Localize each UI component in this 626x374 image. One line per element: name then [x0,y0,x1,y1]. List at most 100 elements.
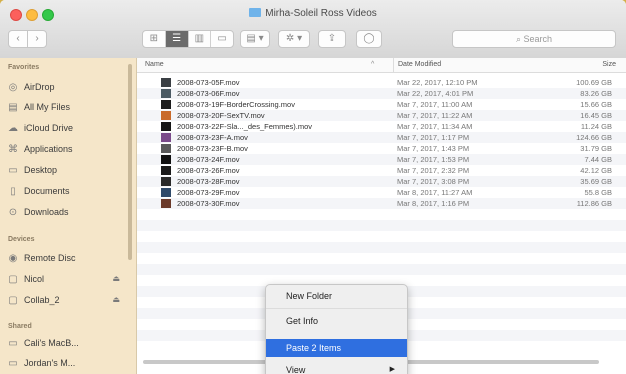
action-button[interactable]: ✲ ▾ [278,30,310,48]
table-row[interactable]: 2008-073-24F.mov Mar 7, 2017, 1:53 PM 7.44… [137,154,626,165]
sidebar-item-label: Nicol [24,274,45,284]
file-name: 2008-073-24F.mov [177,155,240,164]
empty-row [137,253,626,264]
file-name: 2008-073-19F-BorderCrossing.mov [177,100,295,109]
file-date: Mar 7, 2017, 3:08 PM [397,177,470,186]
table-row[interactable]: 2008-073-30F.mov Mar 8, 2017, 1:16 PM 112.… [137,198,626,209]
airdrop-icon: ◎ [8,82,18,93]
file-name: 2008-073-28F.mov [177,177,240,186]
eject-icon[interactable]: ⏏ [112,291,120,309]
tags-button[interactable]: ◯ [356,30,382,48]
column-size-header[interactable]: Size [602,58,616,72]
menu-item-new-folder[interactable]: New Folder [266,287,407,305]
documents-icon: ▯ [10,186,16,197]
empty-row [137,220,626,231]
file-name: 2008-073-06F.mov [177,89,240,98]
eject-icon[interactable]: ⏏ [112,270,120,288]
sidebar-item-label: Jordan's M... [24,358,76,368]
sidebar-scrollbar[interactable] [128,64,132,260]
video-file-icon [161,177,171,186]
share-button[interactable]: ⇪ [318,30,346,48]
video-file-icon [161,111,171,120]
cloud-icon: ☁ [8,123,18,134]
table-row[interactable]: 2008-073-19F-BorderCrossing.mov Mar 7, 20… [137,99,626,110]
table-row[interactable]: 2008-073-23F-A.mov Mar 7, 2017, 1:17 PM 12… [137,132,626,143]
table-row[interactable]: 2008-073-20F-SexTV.mov Mar 7, 2017, 11:22… [137,110,626,121]
sidebar: Favorites ◎ AirDrop ▤ All My Files ☁ iCloud… [0,58,137,374]
column-header: Name ^ Date Modified Size [137,58,626,73]
menu-item-view-label: View [286,365,306,374]
arrange-button[interactable]: ▤ ▾ [240,30,270,48]
cover-flow-icon[interactable]: ▭ [211,31,233,47]
submenu-arrow-icon: ▶ [389,366,395,373]
table-row[interactable]: 2008-073-22F-Sla..._des_Femmes).mov Mar 7… [137,121,626,132]
sidebar-item-documents[interactable]: ▯ Documents [6,182,128,200]
sidebar-item-airdrop[interactable]: ◎ AirDrop [6,78,128,96]
disc-icon: ◉ [8,253,18,264]
sidebar-item-label: Collab_2 [24,295,60,305]
sidebar-item-remote-disc[interactable]: ◉ Remote Disc [6,249,128,267]
icon-view-icon[interactable]: ⊞ [143,31,166,47]
menu-item-paste-items[interactable]: Paste 2 Items [266,339,407,357]
file-date: Mar 8, 2017, 1:16 PM [397,199,470,208]
video-file-icon [161,144,171,153]
search-placeholder: Search [523,34,553,44]
sidebar-heading-devices: Devices [8,236,35,243]
table-row[interactable]: 2008-073-28F.mov Mar 7, 2017, 3:08 PM 35.6… [137,176,626,187]
menu-item-get-info[interactable]: Get Info [266,312,407,330]
sidebar-item-applications[interactable]: ⌘ Applications [6,140,128,158]
file-size: 7.44 GB [584,155,612,164]
view-mode-group: ⊞ ☰ ▥ ▭ [142,30,234,48]
sidebar-item-label: Remote Disc [24,253,76,263]
table-row[interactable]: 2008-073-06F.mov Mar 22, 2017, 4:01 PM 83.… [137,88,626,99]
sidebar-item-jordans-mac[interactable]: ▭ Jordan's M... [6,354,128,372]
menu-item-view[interactable]: View ▶ [266,361,407,374]
sidebar-item-label: All My Files [24,102,71,112]
empty-row [137,264,626,275]
search-field[interactable]: ⌕ Search [452,30,616,48]
table-row[interactable]: 2008-073-26F.mov Mar 7, 2017, 2:32 PM 42.1… [137,165,626,176]
sidebar-heading-favorites: Favorites [8,64,40,71]
back-button[interactable]: ‹ [8,30,28,48]
table-row[interactable]: 2008-073-23F-B.mov Mar 7, 2017, 1:43 PM 31… [137,143,626,154]
sidebar-item-label: Downloads [24,207,69,217]
file-name: 2008-073-23F-B.mov [177,144,248,153]
desktop-icon: ▭ [8,165,18,176]
file-size: 16.45 GB [580,111,612,120]
video-file-icon [161,188,171,197]
file-name: 2008-073-30F.mov [177,199,240,208]
sidebar-item-calis-macbook[interactable]: ▭ Cali's MacB... [6,334,128,352]
file-size: 35.69 GB [580,177,612,186]
file-date: Mar 8, 2017, 11:27 AM [397,188,473,197]
file-date: Mar 7, 2017, 11:22 AM [397,111,473,120]
finder-window: Mirha-Soleil Ross Videos ‹ › ⊞ ☰ ▥ ▭ ▤ ▾… [0,0,626,374]
context-menu: New Folder Get Info Paste 2 Items View ▶ [265,284,408,374]
column-name-header[interactable]: Name [145,58,164,72]
file-size: 42.12 GB [580,166,612,175]
sidebar-item-all-my-files[interactable]: ▤ All My Files [6,98,128,116]
sidebar-item-collab-2[interactable]: ▢ Collab_2 ⏏ [6,291,128,309]
downloads-icon: ⊙ [8,207,18,218]
share-icon: ⇪ [327,33,337,44]
tag-icon: ◯ [363,33,375,44]
forward-button[interactable]: › [27,30,47,48]
file-name: 2008-073-23F-A.mov [177,133,248,142]
file-date: Mar 7, 2017, 11:00 AM [397,100,473,109]
table-row[interactable]: 2008-073-05F.mov Mar 22, 2017, 12:10 PM 10… [137,77,626,88]
column-date-header[interactable]: Date Modified [393,58,441,72]
arrange-icon: ▤ ▾ [246,33,264,44]
table-row[interactable]: 2008-073-29F.mov Mar 8, 2017, 11:27 AM 55.… [137,187,626,198]
column-view-icon[interactable]: ▥ [189,31,212,47]
drive-icon: ▢ [8,295,18,306]
file-size: 15.66 GB [580,100,612,109]
file-date: Mar 7, 2017, 1:53 PM [397,155,470,164]
list-view-icon[interactable]: ☰ [165,31,189,47]
sidebar-item-label: Cali's MacB... [24,338,79,348]
sidebar-item-downloads[interactable]: ⊙ Downloads [6,203,128,221]
sidebar-item-icloud-drive[interactable]: ☁ iCloud Drive [6,119,128,137]
computer-icon: ▭ [8,358,18,369]
sidebar-item-label: AirDrop [24,82,55,92]
sidebar-item-nicol[interactable]: ▢ Nicol ⏏ [6,270,128,288]
file-date: Mar 7, 2017, 11:34 AM [397,122,473,131]
sidebar-item-desktop[interactable]: ▭ Desktop [6,161,128,179]
